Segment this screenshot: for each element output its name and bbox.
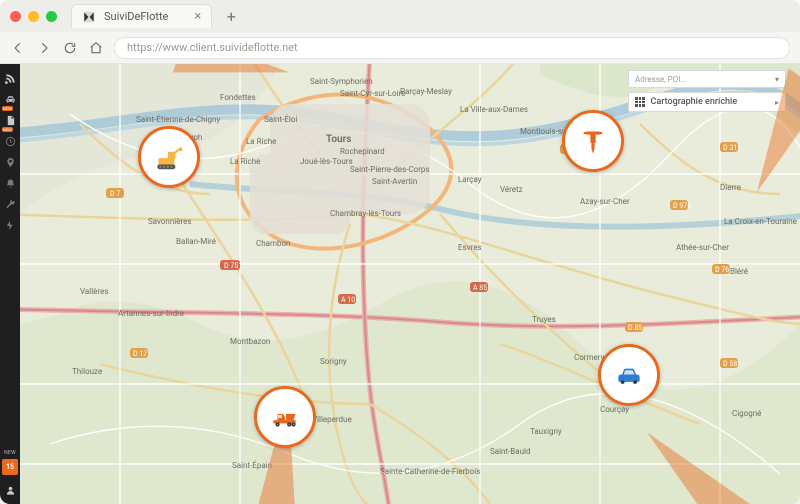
asset-marker-car[interactable] xyxy=(598,344,660,406)
reload-button[interactable] xyxy=(62,40,78,56)
svg-text:Bléré: Bléré xyxy=(730,267,748,276)
svg-text:D 751: D 751 xyxy=(224,262,242,270)
svg-text:Joué-lès-Tours: Joué-lès-Tours xyxy=(300,157,353,166)
svg-text:Truyes: Truyes xyxy=(532,315,556,324)
svg-text:Larçay: Larçay xyxy=(458,175,482,184)
close-window-button[interactable] xyxy=(10,11,21,22)
svg-text:Saint-Bauld: Saint-Bauld xyxy=(490,447,531,456)
sidebar-item-account[interactable] xyxy=(0,480,20,500)
forward-button[interactable] xyxy=(36,40,52,56)
site-favicon xyxy=(82,10,96,24)
minimize-window-button[interactable] xyxy=(28,11,39,22)
sidebar-item-history[interactable] xyxy=(0,131,20,151)
svg-text:Athée-sur-Cher: Athée-sur-Cher xyxy=(676,243,729,252)
pin-icon xyxy=(5,157,16,168)
user-icon xyxy=(5,485,16,496)
car-icon xyxy=(5,94,16,105)
svg-text:La Croix-en-Touraine: La Croix-en-Touraine xyxy=(724,217,797,226)
svg-text:Véretz: Véretz xyxy=(500,185,523,194)
svg-text:Rochepinard: Rochepinard xyxy=(340,147,385,156)
sidebar-item-settings[interactable] xyxy=(0,194,20,214)
tab-close-icon[interactable]: × xyxy=(194,9,201,24)
sidebar-item-reports[interactable]: NEW xyxy=(0,110,20,130)
wrench-icon xyxy=(5,199,16,210)
url-text: https://www.client.suivideflotte.net xyxy=(127,41,298,54)
window-controls xyxy=(10,11,63,22)
tab-title: SuiviDeFlotte xyxy=(104,10,168,23)
svg-text:Montbazon: Montbazon xyxy=(230,337,270,346)
svg-text:D 976: D 976 xyxy=(673,202,691,210)
svg-text:Chambray-lès-Tours: Chambray-lès-Tours xyxy=(330,209,401,218)
svg-text:D 85: D 85 xyxy=(628,324,642,332)
sidebar-date-badge[interactable]: 15 xyxy=(2,459,18,475)
tab-bar: SuiviDeFlotte × + xyxy=(0,0,800,32)
svg-text:Parçay-Meslay: Parçay-Meslay xyxy=(400,87,452,96)
browser-tab[interactable]: SuiviDeFlotte × xyxy=(71,4,212,28)
svg-text:Saint-Pierre-des-Corps: Saint-Pierre-des-Corps xyxy=(350,165,430,174)
asset-marker-jackhammer[interactable] xyxy=(562,110,624,172)
sidebar-item-live[interactable] xyxy=(0,68,20,88)
svg-text:Courçay: Courçay xyxy=(600,405,629,414)
signal-icon xyxy=(5,73,16,84)
excavator-icon xyxy=(152,140,186,174)
svg-text:Saint-Avertin: Saint-Avertin xyxy=(372,177,417,186)
svg-text:Saint-Symphorien: Saint-Symphorien xyxy=(310,77,373,86)
car-icon xyxy=(612,358,646,392)
sidebar-item-vehicles[interactable]: NEW xyxy=(0,89,20,109)
asset-marker-truck[interactable] xyxy=(254,386,316,448)
svg-text:Esvres: Esvres xyxy=(458,243,482,252)
svg-text:D 58: D 58 xyxy=(723,360,737,368)
svg-text:Sorigny: Sorigny xyxy=(320,357,347,366)
sidebar-item-eco[interactable] xyxy=(0,215,20,235)
maximize-window-button[interactable] xyxy=(46,11,57,22)
clock-icon xyxy=(5,136,16,147)
sidebar-item-poi[interactable] xyxy=(0,152,20,172)
document-icon xyxy=(5,115,16,126)
bell-icon xyxy=(5,178,16,189)
map-viewport[interactable]: D 751 D 7 D 140 D 976 A 85 A 10 D 17 D 8… xyxy=(20,64,800,504)
svg-text:Artannes-sur-Indre: Artannes-sur-Indre xyxy=(118,309,184,318)
asset-marker-excavator[interactable] xyxy=(138,126,200,188)
jackhammer-icon xyxy=(576,124,610,158)
new-tab-button[interactable]: + xyxy=(220,5,242,27)
svg-text:Vallères: Vallères xyxy=(80,287,108,296)
app-content: NEW NEW NEW 15 xyxy=(0,64,800,504)
browser-window: SuiviDeFlotte × + https://www.client.sui… xyxy=(0,0,800,504)
svg-text:Saint-Cyr-sur-Loire: Saint-Cyr-sur-Loire xyxy=(340,89,405,98)
svg-text:Tauxigny: Tauxigny xyxy=(530,427,562,436)
bolt-icon xyxy=(5,220,16,231)
back-button[interactable] xyxy=(10,40,26,56)
svg-text:Saint-Épain: Saint-Épain xyxy=(232,461,272,470)
svg-text:La Ville-aux-Dames: La Ville-aux-Dames xyxy=(460,105,528,114)
svg-text:A 85: A 85 xyxy=(473,284,487,292)
sidebar-item-alerts[interactable] xyxy=(0,173,20,193)
svg-text:Dierre: Dierre xyxy=(720,183,741,192)
svg-text:D 17: D 17 xyxy=(133,350,147,358)
sidebar-new-label: NEW xyxy=(4,450,16,456)
svg-text:Ballan-Miré: Ballan-Miré xyxy=(176,237,216,246)
app-sidebar: NEW NEW NEW 15 xyxy=(0,64,20,504)
home-button[interactable] xyxy=(88,40,104,56)
svg-text:Azay-sur-Cher: Azay-sur-Cher xyxy=(580,197,630,206)
map-city-label: Tours xyxy=(326,134,351,145)
url-bar[interactable]: https://www.client.suivideflotte.net xyxy=(114,37,790,59)
dump-truck-icon xyxy=(268,400,302,434)
svg-text:A 10: A 10 xyxy=(341,296,355,304)
svg-text:Chambon: Chambon xyxy=(256,239,290,248)
svg-text:Thilouze: Thilouze xyxy=(72,367,102,376)
browser-toolbar: https://www.client.suivideflotte.net xyxy=(0,32,800,64)
